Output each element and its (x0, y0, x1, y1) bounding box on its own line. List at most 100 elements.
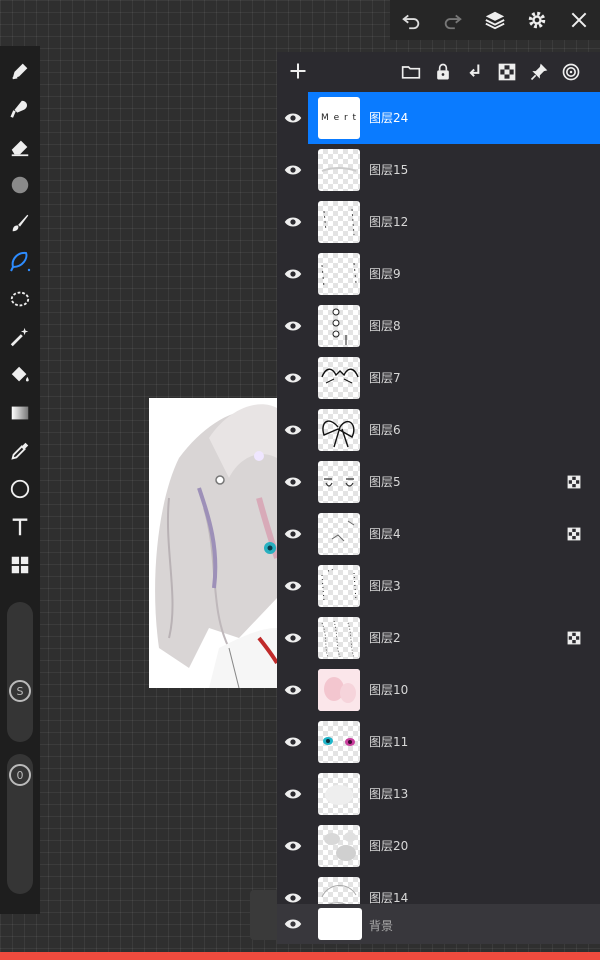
layers-panel-header (277, 52, 600, 92)
smudge-icon[interactable] (5, 94, 35, 124)
layer-name: 图层5 (369, 475, 401, 489)
alpha-lock-checker-icon[interactable] (567, 630, 583, 646)
layer-thumbnail (318, 669, 360, 711)
layer-thumbnail (318, 305, 360, 347)
layer-thumbnail (318, 253, 360, 295)
layers-panel: M e r t 图层24 图层15 图层12 图层9 图层8 图层7 图层6 图… (277, 52, 600, 944)
visibility-eye-icon[interactable] (281, 418, 305, 442)
blur-icon[interactable] (5, 170, 35, 200)
layer-row[interactable]: 图层6 (277, 404, 600, 456)
visibility-eye-icon[interactable] (281, 574, 305, 598)
visibility-eye-icon[interactable] (281, 782, 305, 806)
layer-name: 图层7 (369, 371, 401, 385)
layer-thumbnail (318, 461, 360, 503)
visibility-eye-icon[interactable] (281, 834, 305, 858)
target-icon[interactable] (559, 60, 583, 84)
layer-row[interactable]: 图层11 (277, 716, 600, 768)
eyedropper-icon[interactable] (5, 436, 35, 466)
layer-name: 图层9 (369, 267, 401, 281)
layer-row[interactable]: 图层3 (277, 560, 600, 612)
layer-row[interactable]: 图层2 (277, 612, 600, 664)
visibility-eye-icon[interactable] (281, 366, 305, 390)
layer-name: 图层2 (369, 631, 401, 645)
layer-name: 图层11 (369, 735, 409, 749)
visibility-eye-icon[interactable] (281, 262, 305, 286)
visibility-eye-icon[interactable] (281, 210, 305, 234)
layer-row[interactable]: 图层4 (277, 508, 600, 560)
layer-name: 图层4 (369, 527, 401, 541)
top-toolbar (390, 0, 600, 40)
layer-thumbnail (318, 565, 360, 607)
close-icon[interactable] (564, 5, 594, 35)
visibility-eye-icon[interactable] (281, 678, 305, 702)
gear-icon[interactable] (522, 5, 552, 35)
undo-icon[interactable] (396, 5, 426, 35)
visibility-eye-icon[interactable] (281, 470, 305, 494)
floating-tool-button[interactable] (250, 890, 278, 940)
visibility-eye-icon[interactable] (281, 730, 305, 754)
layer-list: M e r t 图层24 图层15 图层12 图层9 图层8 图层7 图层6 图… (277, 92, 600, 924)
layer-thumbnail (318, 409, 360, 451)
layer-thumbnail (318, 721, 360, 763)
layer-name: 图层13 (369, 787, 409, 801)
layer-thumbnail (318, 773, 360, 815)
bottom-bar (0, 952, 600, 960)
brush-icon[interactable] (5, 208, 35, 238)
opacity-label: 0 (9, 764, 31, 786)
folder-icon[interactable] (399, 60, 423, 84)
layer-row[interactable]: 图层13 (277, 768, 600, 820)
layer-name: 图层6 (369, 423, 401, 437)
layer-thumbnail (318, 149, 360, 191)
lasso-pen-icon[interactable] (5, 246, 35, 276)
layer-row[interactable]: 图层10 (277, 664, 600, 716)
layer-row[interactable]: 图层15 (277, 144, 600, 196)
layer-name: 背景 (369, 919, 394, 933)
layer-row[interactable]: M e r t 图层24 (277, 92, 600, 144)
layer-thumbnail (318, 357, 360, 399)
layer-name: 图层8 (369, 319, 401, 333)
layers-icon[interactable] (480, 5, 510, 35)
visibility-eye-icon[interactable] (281, 912, 305, 936)
tool-sidebar: S 0 (0, 46, 40, 914)
layer-name: 图层10 (369, 683, 409, 697)
layer-thumbnail (318, 201, 360, 243)
pen-icon[interactable] (5, 56, 35, 86)
redo-icon[interactable] (438, 5, 468, 35)
layer-name: 图层3 (369, 579, 401, 593)
circle-shape-icon[interactable] (5, 474, 35, 504)
layer-thumbnail (318, 825, 360, 867)
artwork-image (155, 404, 277, 688)
brush-size-slider[interactable] (7, 602, 33, 742)
visibility-eye-icon[interactable] (281, 106, 305, 130)
visibility-eye-icon[interactable] (281, 314, 305, 338)
layer-row[interactable]: 图层5 (277, 456, 600, 508)
layer-name: 图层12 (369, 215, 409, 229)
add-layer-icon[interactable] (285, 58, 311, 84)
visibility-eye-icon[interactable] (281, 626, 305, 650)
drawing-canvas[interactable] (149, 398, 277, 688)
merge-down-icon[interactable] (463, 60, 487, 84)
alpha-lock-checker-icon[interactable] (567, 526, 583, 542)
eraser-icon[interactable] (5, 132, 35, 162)
grid-icon[interactable] (5, 550, 35, 580)
layer-thumbnail (318, 908, 362, 940)
lasso-select-icon[interactable] (5, 284, 35, 314)
alpha-lock-checker-icon[interactable] (567, 474, 583, 490)
layer-name: 图层24 (369, 111, 409, 125)
layer-row[interactable]: 图层20 (277, 820, 600, 872)
lock-icon[interactable] (431, 60, 455, 84)
background-layer-row[interactable]: 背景 (277, 904, 600, 944)
fill-bucket-icon[interactable] (5, 360, 35, 390)
checker-icon[interactable] (495, 60, 519, 84)
layer-row[interactable]: 图层8 (277, 300, 600, 352)
layer-name: 图层20 (369, 839, 409, 853)
layer-row[interactable]: 图层12 (277, 196, 600, 248)
pin-icon[interactable] (527, 60, 551, 84)
layer-row[interactable]: 图层7 (277, 352, 600, 404)
visibility-eye-icon[interactable] (281, 158, 305, 182)
visibility-eye-icon[interactable] (281, 522, 305, 546)
gradient-icon[interactable] (5, 398, 35, 428)
text-icon[interactable] (5, 512, 35, 542)
layer-row[interactable]: 图层9 (277, 248, 600, 300)
magic-wand-icon[interactable] (5, 322, 35, 352)
